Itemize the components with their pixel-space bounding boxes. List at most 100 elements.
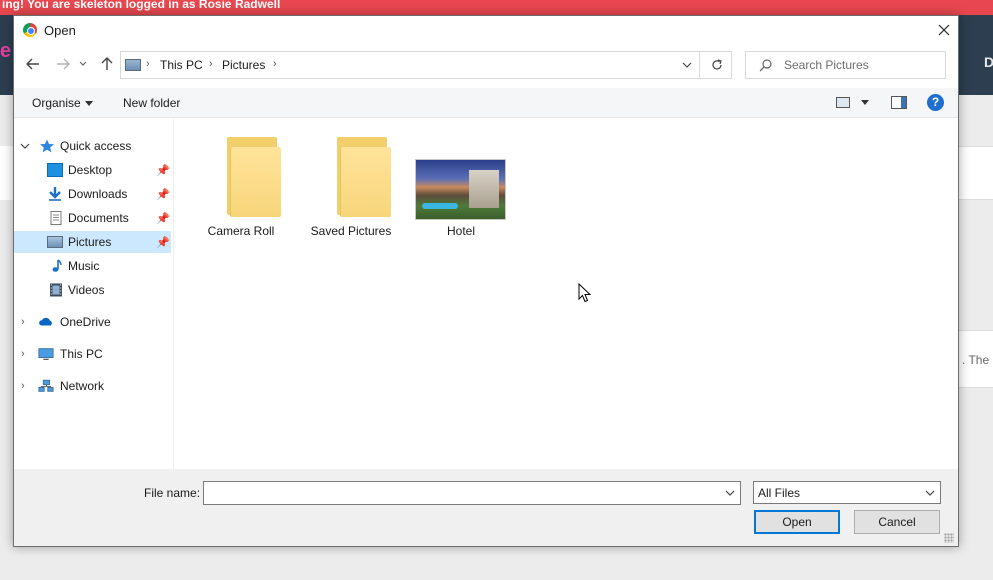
- pin-icon[interactable]: 📌: [156, 164, 170, 177]
- image-thumbnail: [415, 159, 506, 220]
- preview-pane-icon[interactable]: [891, 96, 907, 109]
- music-icon: [52, 259, 62, 272]
- file-label: Saved Pictures: [310, 224, 392, 238]
- refresh-button[interactable]: [707, 56, 727, 74]
- file-list: Camera Roll Saved Pictures Hotel: [174, 119, 958, 469]
- arrow-left-icon: [26, 58, 39, 70]
- search-box[interactable]: [745, 51, 946, 79]
- breadcrumb-this-pc[interactable]: This PC: [160, 58, 203, 72]
- mouse-cursor-icon: [578, 283, 592, 303]
- file-item-hotel[interactable]: Hotel: [411, 135, 511, 238]
- site-logo-fragment: e: [0, 40, 12, 62]
- file-name-combobox[interactable]: [203, 481, 741, 505]
- help-icon[interactable]: ?: [927, 94, 944, 111]
- chevron-down-icon: [682, 62, 692, 68]
- file-item-saved-pictures[interactable]: Saved Pictures: [301, 135, 401, 238]
- download-icon: [49, 187, 61, 201]
- warning-banner: ing! You are skeleton logged in as Rosie…: [0, 0, 993, 15]
- chevron-down-icon: [79, 61, 87, 66]
- chevron-down-icon: [20, 143, 30, 149]
- nav-item-desktop[interactable]: Desktop 📌: [14, 159, 171, 181]
- pin-icon[interactable]: 📌: [156, 236, 170, 249]
- file-label: Hotel: [446, 224, 475, 238]
- star-icon: [40, 139, 54, 153]
- dialog-footer: File name: All Files Open Cancel: [14, 469, 958, 546]
- forward-button[interactable]: [52, 53, 74, 75]
- search-input[interactable]: [784, 57, 934, 73]
- address-dropdown-button[interactable]: [677, 56, 697, 74]
- chevron-right-icon[interactable]: ›: [21, 316, 25, 328]
- breadcrumb-separator: ›: [273, 58, 277, 70]
- document-icon: [50, 211, 62, 225]
- this-pc-icon: [125, 59, 141, 71]
- view-options-icon[interactable]: [836, 97, 850, 108]
- dialog-titlebar[interactable]: Open: [14, 16, 958, 45]
- breadcrumb-separator: ›: [209, 58, 213, 70]
- folder-icon: [227, 137, 281, 217]
- nav-item-network[interactable]: › Network: [14, 375, 171, 397]
- nav-label: OneDrive: [60, 315, 111, 329]
- nav-label: Videos: [68, 283, 105, 297]
- nav-label: Documents: [68, 211, 129, 225]
- resize-grip[interactable]: [944, 533, 954, 543]
- file-name-label: File name:: [144, 486, 201, 500]
- pin-icon[interactable]: 📌: [156, 212, 170, 225]
- nav-item-documents[interactable]: Documents 📌: [14, 207, 171, 229]
- chevron-down-icon: [725, 490, 735, 496]
- pictures-icon: [47, 236, 63, 248]
- page-text-fragment: . The r: [962, 353, 993, 367]
- up-button[interactable]: [96, 53, 118, 75]
- page-card: [958, 146, 993, 200]
- breadcrumb-pictures[interactable]: Pictures: [222, 58, 265, 72]
- cancel-button[interactable]: Cancel: [854, 510, 940, 534]
- nav-item-videos[interactable]: Videos: [14, 279, 171, 301]
- address-bar[interactable]: › This PC › Pictures ›: [120, 51, 732, 79]
- video-icon: [50, 283, 62, 297]
- new-folder-button[interactable]: New folder: [123, 96, 180, 110]
- nav-item-pictures[interactable]: Pictures 📌: [14, 231, 171, 253]
- chevron-right-icon[interactable]: ›: [21, 380, 25, 392]
- nav-label: Downloads: [68, 187, 128, 201]
- file-label: Camera Roll: [207, 224, 275, 238]
- desktop-icon: [47, 163, 63, 177]
- arrow-right-icon: [57, 58, 70, 70]
- chevron-down-icon: [925, 490, 935, 496]
- nav-item-music[interactable]: Music: [14, 255, 171, 277]
- close-button[interactable]: [932, 18, 956, 42]
- chevron-right-icon[interactable]: ›: [21, 348, 25, 360]
- file-item-camera-roll[interactable]: Camera Roll: [191, 135, 291, 238]
- folder-icon: [337, 137, 391, 217]
- nav-label: Network: [60, 379, 105, 393]
- file-type-dropdown-button[interactable]: [922, 486, 938, 500]
- nav-item-quick-access[interactable]: Quick access: [14, 135, 171, 157]
- open-button[interactable]: Open: [754, 510, 840, 534]
- nav-label: Quick access: [60, 139, 132, 153]
- dialog-title: Open: [44, 23, 76, 38]
- search-icon: [759, 59, 772, 72]
- file-name-dropdown-button[interactable]: [722, 485, 738, 501]
- nav-label: Music: [68, 259, 100, 273]
- view-dropdown-icon[interactable]: [861, 100, 869, 105]
- recent-locations-button[interactable]: [76, 53, 90, 75]
- address-divider: [699, 52, 700, 78]
- file-type-select[interactable]: All Files: [753, 481, 941, 504]
- refresh-icon: [712, 59, 722, 70]
- nav-label: Desktop: [68, 163, 113, 177]
- file-name-input[interactable]: [208, 485, 713, 501]
- nav-item-this-pc[interactable]: › This PC: [14, 343, 171, 365]
- nav-label: This PC: [60, 347, 103, 361]
- command-bar: Organise New folder ?: [14, 88, 958, 118]
- site-nav-fragment: D: [984, 54, 993, 70]
- nav-label: Pictures: [68, 235, 112, 249]
- open-file-dialog: Open › This PC › Pictures › Organ: [13, 15, 959, 547]
- nav-item-onedrive[interactable]: › OneDrive: [14, 311, 171, 333]
- onedrive-icon: [39, 317, 52, 326]
- pin-icon[interactable]: 📌: [156, 188, 170, 201]
- arrow-up-icon: [101, 57, 113, 70]
- nav-item-downloads[interactable]: Downloads 📌: [14, 183, 171, 205]
- back-button[interactable]: [22, 53, 44, 75]
- organise-button[interactable]: Organise: [32, 96, 93, 110]
- computer-icon: [38, 348, 54, 360]
- close-icon: [938, 24, 950, 36]
- caret-down-icon: [84, 101, 93, 107]
